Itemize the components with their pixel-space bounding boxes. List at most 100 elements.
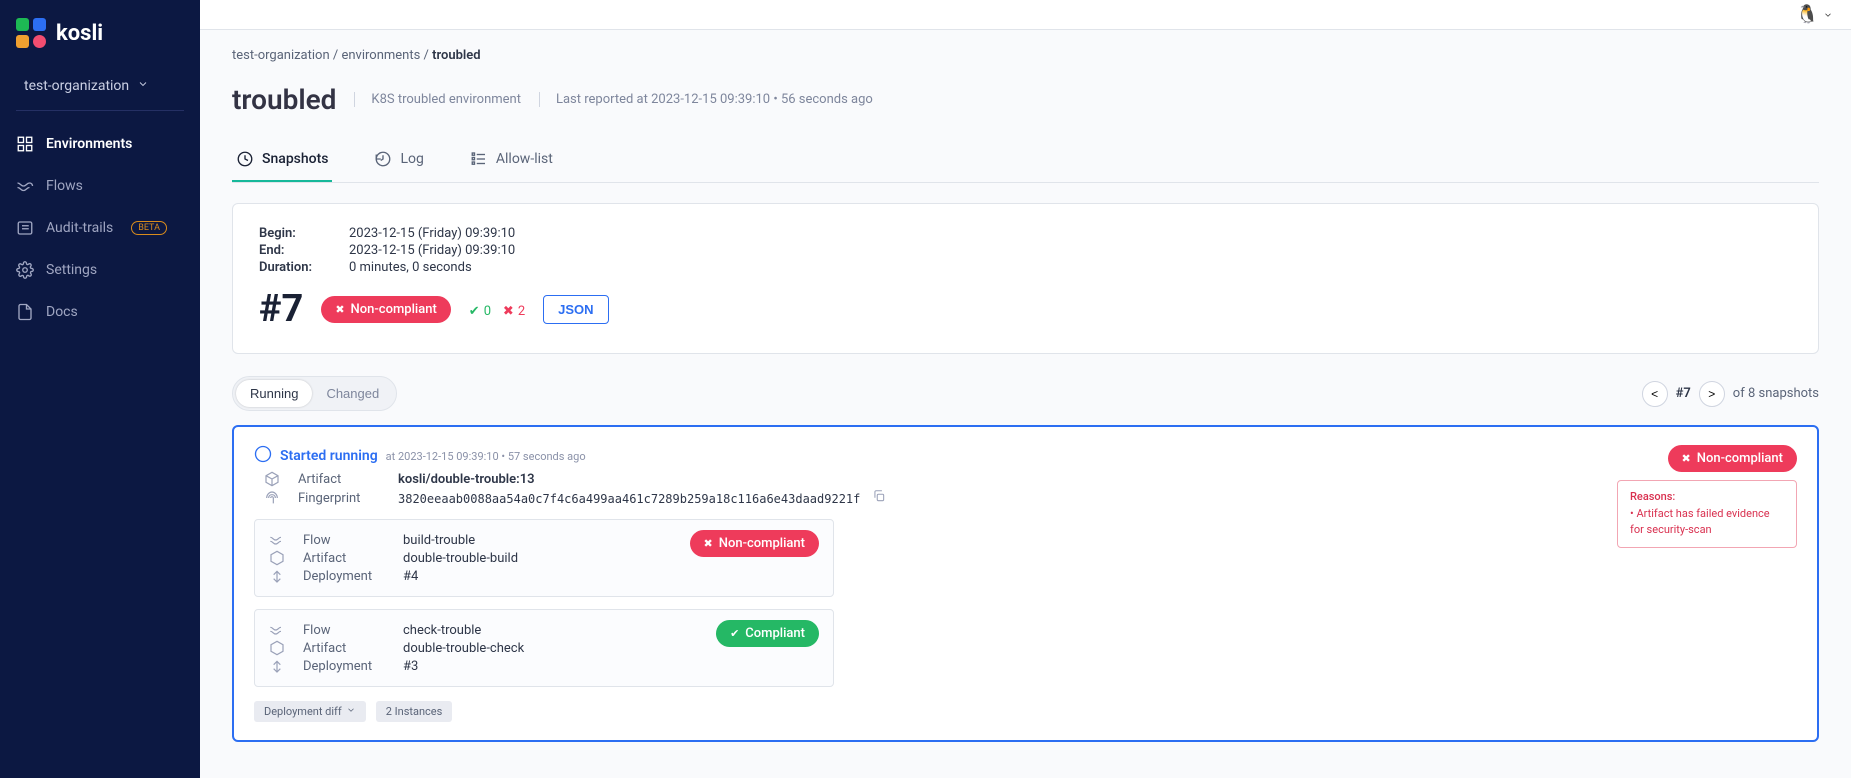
logo-mark-icon: [16, 18, 46, 48]
artifact-card: Started running at 2023-12-15 09:39:10 •…: [232, 425, 1819, 742]
deployment-value[interactable]: #3: [403, 659, 696, 674]
instances-chip[interactable]: 2 Instances: [376, 701, 453, 722]
nav-label: Flows: [46, 178, 83, 194]
tab-label: Log: [400, 151, 423, 167]
changed-toggle[interactable]: Changed: [312, 380, 393, 407]
artifact-name[interactable]: kosli/double-trouble:13: [398, 472, 1597, 487]
artifact-compliance-badge: ✖ Non-compliant: [1668, 445, 1797, 472]
reasons-box: Reasons: • Artifact has failed evidence …: [1617, 480, 1797, 548]
main-content: test-organization / environments / troub…: [200, 0, 1851, 778]
nav-label: Audit-trails: [46, 220, 113, 236]
pager: < #7 > of 8 snapshots: [1642, 381, 1819, 407]
prev-button[interactable]: <: [1642, 381, 1668, 407]
x-circle-icon: ✖: [335, 303, 344, 316]
end-value: 2023-12-15 (Friday) 09:39:10: [349, 243, 1792, 258]
copy-icon[interactable]: [872, 489, 886, 503]
compliance-badge: ✖ Non-compliant: [321, 296, 450, 323]
current-page: #7: [1676, 386, 1691, 401]
artifact-value[interactable]: double-trouble-build: [403, 551, 670, 566]
compliance-label: Non-compliant: [351, 302, 437, 317]
tab-snapshots[interactable]: Snapshots: [232, 138, 332, 182]
divider: [16, 110, 184, 111]
check-circle-icon: ✔: [469, 304, 480, 319]
deployment-diff-button[interactable]: Deployment diff: [254, 701, 366, 722]
snapshot-summary: Begin: 2023-12-15 (Friday) 09:39:10 End:…: [232, 203, 1819, 354]
topbar: 🐧: [200, 0, 1851, 30]
org-name: test-organization: [24, 78, 129, 94]
waves-icon: [269, 622, 285, 638]
begin-value: 2023-12-15 (Friday) 09:39:10: [349, 226, 1792, 241]
waves-icon: [269, 532, 285, 548]
page-title: troubled: [232, 83, 336, 116]
user-avatar[interactable]: 🐧: [1796, 4, 1833, 25]
breadcrumb-current: troubled: [432, 48, 480, 63]
artifact-label: Artifact: [303, 551, 393, 566]
deployment-label: Deployment: [303, 659, 393, 674]
nav-label: Docs: [46, 304, 78, 320]
package-icon: [264, 471, 280, 487]
breadcrumb-org[interactable]: test-organization: [232, 48, 330, 63]
snapshot-number: #7: [259, 287, 303, 331]
last-reported: Last reported at 2023-12-15 09:39:10 • 5…: [539, 92, 873, 107]
breadcrumb-section[interactable]: environments: [341, 48, 420, 63]
waves-icon: [16, 177, 34, 195]
x-circle-icon: ✖: [503, 304, 514, 319]
page-header: troubled K8S troubled environment Last r…: [232, 83, 1819, 116]
plus-circle-icon: [254, 445, 272, 467]
package-icon: [269, 640, 285, 656]
duration-value: 0 minutes, 0 seconds: [349, 260, 1792, 275]
list-icon: [16, 219, 34, 237]
flow-block-1: Flow build-trouble Artifact double-troub…: [254, 519, 834, 597]
tab-allowlist[interactable]: Allow-list: [466, 138, 557, 182]
reason-item: • Artifact has failed evidence for secur…: [1630, 506, 1784, 539]
flow-label: Flow: [303, 623, 393, 638]
filter-row: Running Changed < #7 > of 8 snapshots: [232, 376, 1819, 411]
nav-label: Environments: [46, 136, 132, 152]
artifact-label: Artifact: [298, 472, 388, 487]
deployment-label: Deployment: [303, 569, 393, 584]
flow-value[interactable]: build-trouble: [403, 533, 670, 548]
nav-label: Settings: [46, 262, 97, 278]
nav-docs[interactable]: Docs: [0, 291, 200, 333]
fingerprint-value: 3820eeaab0088aa54a0c7f4c6a499aa461c7289b…: [398, 492, 860, 506]
artifact-label: Artifact: [303, 641, 393, 656]
reasons-title: Reasons:: [1630, 489, 1784, 506]
artifact-value[interactable]: double-trouble-check: [403, 641, 696, 656]
org-selector[interactable]: test-organization: [0, 66, 200, 106]
noncompliant-count: ✖ 2: [503, 304, 525, 319]
clock-icon: [236, 150, 254, 168]
chevron-down-icon: [137, 78, 149, 94]
beta-badge: BETA: [131, 221, 167, 235]
nav-settings[interactable]: Settings: [0, 249, 200, 291]
flow-compliance-badge: ✖ Non-compliant: [690, 530, 819, 557]
fingerprint-icon: [264, 490, 280, 506]
check-circle-icon: ✔: [730, 627, 739, 640]
logo[interactable]: kosli: [0, 0, 200, 66]
sidebar: kosli test-organization Environments Flo…: [0, 0, 200, 778]
deployment-value[interactable]: #4: [403, 569, 670, 584]
begin-label: Begin:: [259, 226, 349, 241]
breadcrumb: test-organization / environments / troub…: [232, 48, 1819, 63]
x-circle-icon: ✖: [1682, 452, 1691, 465]
flow-label: Flow: [303, 533, 393, 548]
next-button[interactable]: >: [1699, 381, 1725, 407]
nav-environments[interactable]: Environments: [0, 123, 200, 165]
package-icon: [269, 550, 285, 566]
duration-label: Duration:: [259, 260, 349, 275]
flow-compliance-badge: ✔ Compliant: [716, 620, 819, 647]
grid-icon: [16, 135, 34, 153]
tab-label: Allow-list: [496, 151, 553, 167]
running-toggle[interactable]: Running: [236, 380, 312, 407]
tabs: Snapshots Log Allow-list: [232, 138, 1819, 183]
flow-value[interactable]: check-trouble: [403, 623, 696, 638]
env-type: K8S troubled environment: [354, 92, 521, 107]
artifact-timestamp: at 2023-12-15 09:39:10 • 57 seconds ago: [386, 450, 586, 463]
deployment-icon: [269, 658, 285, 674]
checklist-icon: [470, 150, 488, 168]
gear-icon: [16, 261, 34, 279]
nav-audit-trails[interactable]: Audit-trails BETA: [0, 207, 200, 249]
json-button[interactable]: JSON: [543, 295, 608, 324]
view-toggle: Running Changed: [232, 376, 397, 411]
tab-log[interactable]: Log: [370, 138, 427, 182]
nav-flows[interactable]: Flows: [0, 165, 200, 207]
